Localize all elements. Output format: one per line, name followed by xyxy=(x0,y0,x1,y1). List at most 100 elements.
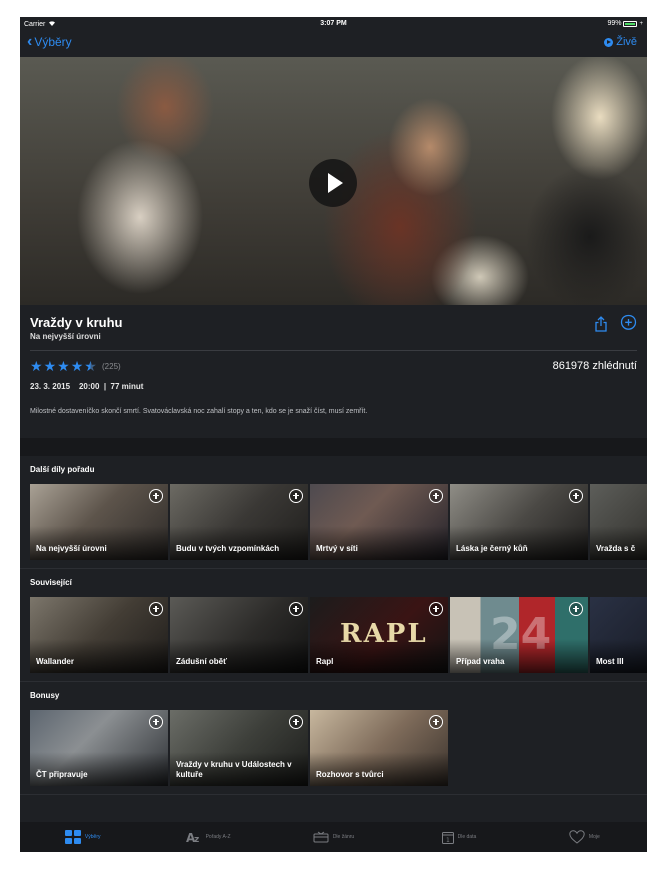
related-tile[interactable]: 24 Případ vraha xyxy=(450,597,588,673)
rating-stars: ★ ★ ★ ★ ★ xyxy=(30,358,97,375)
program-description: Milostné dostaveníčko skončí smrtí. Svat… xyxy=(30,408,368,415)
related-tile[interactable]: Most III xyxy=(590,597,647,673)
add-icon[interactable] xyxy=(289,602,303,616)
program-title: Vraždy v kruhu xyxy=(30,315,123,330)
add-icon[interactable] xyxy=(149,715,163,729)
section-gap xyxy=(20,438,647,456)
tile-label: Vražda s č xyxy=(596,544,636,553)
tile-label: Mrtvý v síti xyxy=(316,544,358,553)
live-play-icon xyxy=(604,37,614,47)
genre-icon xyxy=(313,831,329,843)
tab-my[interactable]: Moje xyxy=(522,822,647,852)
svg-text:1: 1 xyxy=(446,837,450,844)
battery-percent: 99% xyxy=(607,20,622,27)
tab-programs-az[interactable]: A z Pořady A-Z xyxy=(145,822,270,852)
rating-count: (225) xyxy=(102,362,121,371)
tile-label: Zádušní oběť xyxy=(176,657,227,666)
back-button-label: Výběry xyxy=(34,35,72,49)
calendar-icon: 1 xyxy=(441,831,454,844)
back-button[interactable]: ‹ Výběry xyxy=(27,33,72,50)
tile-label: Rapl xyxy=(316,657,334,666)
tile-label: ČT připravuje xyxy=(36,770,88,779)
star-full-icon: ★ xyxy=(70,358,84,374)
grid-icon xyxy=(64,830,81,844)
add-to-list-icon[interactable] xyxy=(620,314,637,331)
section-title: Další díly pořadu xyxy=(30,465,95,474)
related-tile[interactable]: Wallander xyxy=(30,597,168,673)
section-title: Související xyxy=(30,578,72,587)
bonus-row: ČT připravuje Vraždy v kruhu v Událostec… xyxy=(30,710,647,786)
battery-icon xyxy=(623,20,638,27)
view-count: 861978 zhlédnutí xyxy=(552,360,637,372)
live-button-label: Živě xyxy=(616,36,637,48)
add-icon[interactable] xyxy=(149,602,163,616)
add-icon[interactable] xyxy=(429,715,443,729)
broadcast-date: 23. 3. 2015 xyxy=(30,382,71,391)
heart-icon xyxy=(569,830,585,844)
chevron-left-icon: ‹ xyxy=(27,33,33,50)
status-bar: Carrier 3:07 PM 99% + xyxy=(20,17,647,31)
episode-tile[interactable]: Na nejvyšší úrovni xyxy=(30,484,168,560)
live-button[interactable]: Živě xyxy=(604,36,637,48)
add-icon[interactable] xyxy=(569,602,583,616)
section-title: Bonusy xyxy=(30,691,60,700)
episode-tile[interactable]: Láska je černý kůň xyxy=(450,484,588,560)
add-icon[interactable] xyxy=(289,489,303,503)
episode-tile[interactable]: Vražda s č xyxy=(590,484,647,560)
section-related: Související Wallander Zádušní oběť RAPL … xyxy=(20,569,647,681)
broadcast-meta: 23. 3. 2015 20:00 | 77 minut xyxy=(30,382,144,391)
add-icon[interactable] xyxy=(149,489,163,503)
tab-bar: Výběry A z Pořady A-Z Dle žánru 1 Dle da… xyxy=(20,822,647,852)
az-icon: A z xyxy=(186,831,199,843)
bonus-tile[interactable]: ČT připravuje xyxy=(30,710,168,786)
related-tile[interactable]: Zádušní oběť xyxy=(170,597,308,673)
tab-label: Moje xyxy=(588,834,600,840)
related-row: Wallander Zádušní oběť RAPL Rapl 24 Příp… xyxy=(30,597,647,673)
star-half-icon: ★ xyxy=(84,358,97,374)
svg-text:z: z xyxy=(194,835,199,843)
charging-icon: + xyxy=(639,20,643,27)
star-full-icon: ★ xyxy=(57,358,70,374)
navigation-bar: ‹ Výběry Živě xyxy=(20,31,647,57)
add-icon[interactable] xyxy=(289,715,303,729)
tab-by-genre[interactable]: Dle žánru xyxy=(271,822,396,852)
play-icon xyxy=(328,173,343,193)
duration: 77 minut xyxy=(110,382,144,391)
video-player[interactable] xyxy=(20,57,647,305)
bonus-tile[interactable]: Vraždy v kruhu v Událostech v kultuře xyxy=(170,710,308,786)
divider xyxy=(20,794,647,795)
episode-tile[interactable]: Mrtvý v síti xyxy=(310,484,448,560)
episode-title: Na nejvyšší úrovni xyxy=(30,332,101,341)
add-icon[interactable] xyxy=(429,602,443,616)
episode-tile[interactable]: Budu v tvých vzpomínkách xyxy=(170,484,308,560)
broadcast-time: 20:00 xyxy=(78,382,100,391)
tile-label: Rozhovor s tvůrci xyxy=(316,770,384,779)
divider xyxy=(30,350,637,351)
tile-label: Most III xyxy=(596,657,624,666)
tab-label: Výběry xyxy=(84,834,101,840)
tile-label: Wallander xyxy=(36,657,74,666)
section-bonuses: Bonusy ČT připravuje Vraždy v kruhu v Ud… xyxy=(20,682,647,794)
add-icon[interactable] xyxy=(429,489,443,503)
tile-label: Budu v tvých vzpomínkách xyxy=(176,544,280,553)
tab-label: Pořady A-Z xyxy=(205,834,231,840)
episode-row: Na nejvyšší úrovni Budu v tvých vzpomínk… xyxy=(30,484,647,560)
program-info: Vraždy v kruhu Na nejvyšší úrovni ★ ★ ★ ★ ★ … xyxy=(20,305,647,438)
add-icon[interactable] xyxy=(569,489,583,503)
tile-label: Vraždy v kruhu v Událostech v kultuře xyxy=(176,760,292,779)
related-tile[interactable]: RAPL Rapl xyxy=(310,597,448,673)
play-button[interactable] xyxy=(309,159,357,207)
tab-label: Dle data xyxy=(457,834,477,840)
tile-label: Láska je černý kůň xyxy=(456,544,528,553)
star-full-icon: ★ xyxy=(30,358,43,374)
star-full-icon: ★ xyxy=(43,358,57,374)
tile-label: Případ vraha xyxy=(456,657,505,666)
tab-selections[interactable]: Výběry xyxy=(20,822,145,852)
tab-by-date[interactable]: 1 Dle data xyxy=(396,822,521,852)
section-more-episodes: Další díly pořadu Na nejvyšší úrovni Bud… xyxy=(20,456,647,568)
tile-label: Na nejvyšší úrovni xyxy=(36,544,107,553)
tab-label: Dle žánru xyxy=(332,834,355,840)
bonus-tile[interactable]: Rozhovor s tvůrci xyxy=(310,710,448,786)
app-screen: Carrier 3:07 PM 99% + ‹ Výběry Živě Vraž… xyxy=(20,17,647,852)
share-icon[interactable] xyxy=(594,316,608,332)
